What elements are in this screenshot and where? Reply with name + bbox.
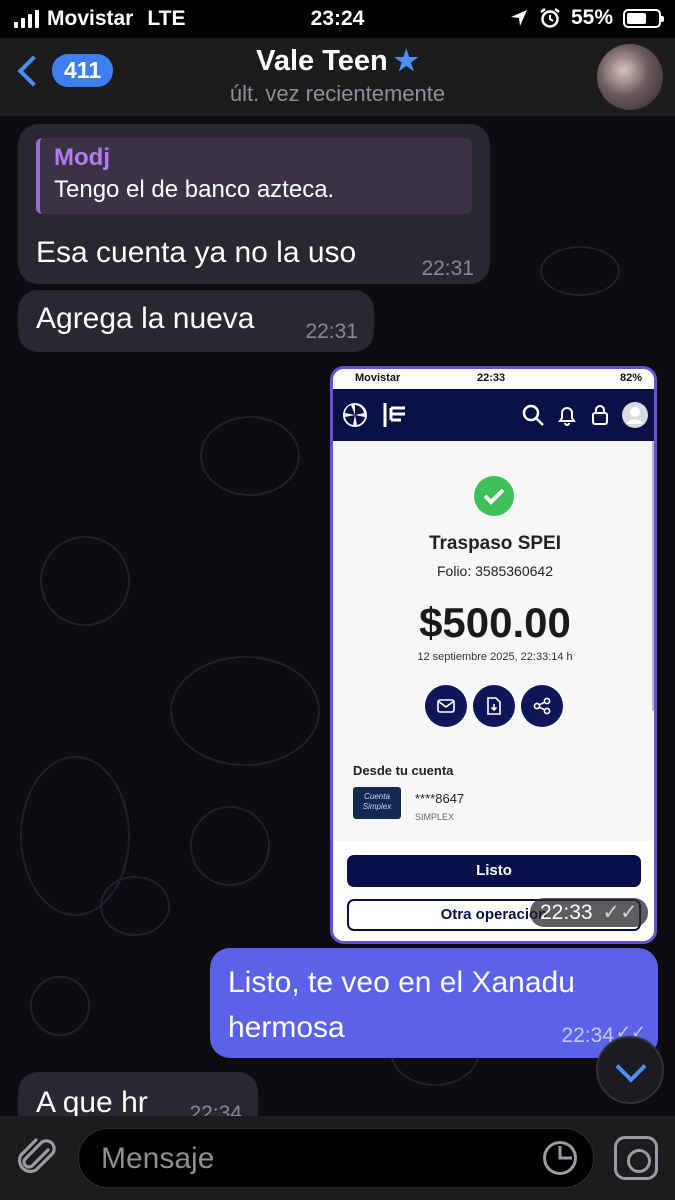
incoming-message[interactable]: A que hr 22:34 [18, 1072, 258, 1116]
receipt-amount: $500.00 [419, 599, 571, 646]
account-name: SIMPLEX [415, 812, 455, 822]
download-receipt-button [473, 685, 515, 727]
message-time: 22:31 [421, 257, 474, 280]
message-input[interactable] [101, 1139, 531, 1179]
app-brand-icon [383, 403, 405, 427]
message-text: Esa cuenta ya no la uso [36, 236, 357, 269]
message-text: Agrega la nueva [36, 302, 255, 335]
message-input-bar [0, 1116, 675, 1200]
reply-author: Modj [54, 144, 110, 171]
receipt-nav-bar [333, 389, 654, 441]
receipt-body: Traspaso SPEI Folio: 3585360642 $500.00 … [333, 441, 654, 841]
background-doodle [170, 656, 320, 766]
background-doodle [30, 976, 90, 1036]
receipt-status-carrier: Movistar [355, 372, 401, 384]
card-logo: Cuenta Simplex [353, 787, 401, 819]
background-doodle [100, 876, 170, 936]
read-checkmarks-icon: ✓✓ [602, 901, 638, 924]
reply-quote[interactable]: Modj Tengo el de banco azteca. [36, 138, 472, 214]
message-time: 22:33 [540, 901, 593, 924]
receipt-status-bar: Movistar 22:33 82% [333, 369, 654, 389]
message-time: 22:31 [305, 320, 358, 343]
background-doodle [190, 806, 270, 886]
lock-icon [592, 405, 608, 425]
contact-title[interactable]: Vale Teen ★ [0, 44, 675, 78]
account-number: ****8647 [415, 791, 465, 806]
bell-icon [558, 407, 576, 426]
mail-icon [437, 699, 455, 713]
chat-header: 411 Vale Teen ★ últ. vez recientemente [0, 38, 675, 116]
incoming-message[interactable]: Agrega la nueva 22:31 [18, 290, 374, 352]
from-account-label: Desde tu cuenta [353, 763, 454, 778]
share-receipt-button [521, 685, 563, 727]
status-bar: Movistar LTE 23:24 55% [0, 0, 675, 38]
camera-icon[interactable] [614, 1136, 658, 1180]
download-file-icon [487, 697, 501, 715]
success-check-icon [474, 476, 514, 516]
image-message-time: 22:33 ✓✓ [530, 898, 648, 927]
reply-text: Tengo el de banco azteca. [54, 176, 335, 203]
email-receipt-button [425, 685, 467, 727]
message-time: 22:34 [189, 1102, 242, 1116]
sticker-icon[interactable] [543, 1141, 577, 1175]
location-arrow-icon [510, 10, 527, 26]
attach-icon[interactable] [14, 1134, 62, 1182]
battery-icon [623, 8, 664, 28]
avatar[interactable] [597, 44, 663, 110]
star-icon: ★ [393, 45, 419, 76]
receipt-title: Traspaso SPEI [428, 533, 561, 554]
chat-area[interactable]: Modj Tengo el de banco azteca. Esa cuent… [0, 116, 675, 1116]
receipt-status-battery: 82% [619, 372, 642, 384]
alarm-icon [540, 8, 560, 28]
share-icon [533, 697, 551, 715]
background-doodle [540, 246, 620, 296]
background-doodle [200, 416, 300, 496]
scroll-to-bottom-button[interactable] [596, 1036, 664, 1104]
status-right: 55% [509, 6, 664, 30]
card-logo-text: Cuenta Simplex [362, 792, 392, 811]
contact-name: Vale Teen [256, 45, 388, 77]
background-doodle [40, 536, 130, 626]
done-button: Listo [347, 855, 641, 887]
profile-icon [622, 402, 648, 428]
receipt-image-message[interactable]: Movistar 22:33 82% Traspaso SPEI Folio: … [330, 366, 657, 944]
receipt-bottom-actions: Listo Otra operacion [333, 841, 654, 941]
last-seen-status: últ. vez recientemente [229, 81, 446, 106]
message-text: A que hr [36, 1086, 148, 1116]
receipt-date: 12 septiembre 2025, 22:33:14 h [417, 651, 573, 663]
incoming-message[interactable]: Modj Tengo el de banco azteca. Esa cuent… [18, 124, 490, 284]
receipt-scrollbar [652, 441, 654, 711]
search-icon [522, 404, 544, 426]
receipt-status-time: 22:33 [477, 372, 506, 384]
receipt-folio: Folio: 3585360642 [437, 563, 553, 579]
outgoing-message[interactable]: Listo, te veo en el Xanadu hermosa 22:34… [210, 948, 658, 1058]
chevron-down-icon [615, 1051, 647, 1083]
message-field[interactable] [78, 1128, 594, 1188]
app-logo-icon [343, 403, 367, 427]
battery-percent: 55% [570, 6, 613, 29]
sticker-curl-icon [558, 1146, 572, 1160]
